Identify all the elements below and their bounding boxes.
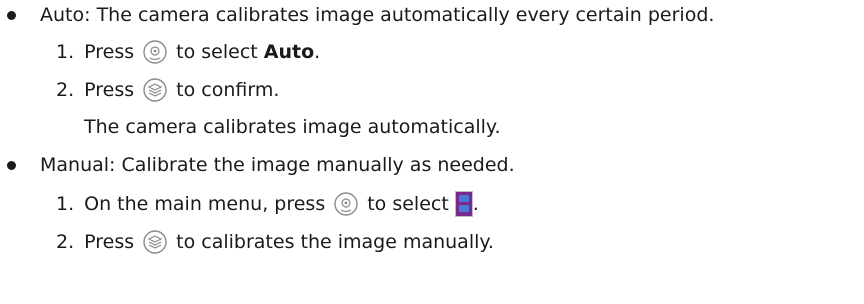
step-manual-2: 2. Press to calibrates the image manuall… <box>56 228 494 256</box>
step-auto-1: 1. Press to select Auto. <box>56 38 320 66</box>
step-text-before: On the main menu, press <box>84 193 326 215</box>
step-text-after: to select <box>367 193 449 215</box>
step-number: 1. <box>56 193 75 215</box>
bullet-dot <box>7 11 16 20</box>
step-text-before: Press <box>84 41 135 63</box>
step-text-period: . <box>472 193 479 215</box>
confirm-button-icon <box>143 230 167 254</box>
step-auto-result: The camera calibrates image automaticall… <box>84 113 500 141</box>
step-text-after: to confirm. <box>176 79 280 101</box>
bullet-manual-text: : Calibrate the image manually as needed… <box>109 154 515 176</box>
scroll-wheel-icon <box>334 192 358 216</box>
bullet-auto: Auto: The camera calibrates image automa… <box>40 1 714 29</box>
confirm-button-icon <box>143 78 167 102</box>
calibration-menu-icon <box>454 191 473 217</box>
step-auto-2: 2. Press to confirm. <box>56 76 279 104</box>
step-text-after: to select <box>176 41 264 63</box>
step-result-text: The camera calibrates image automaticall… <box>84 116 501 138</box>
step-number: 2. <box>56 231 75 253</box>
step-text-before: Press <box>84 79 135 101</box>
step-text-after: to calibrates the image manually. <box>176 231 494 253</box>
bullet-manual-label: Manual <box>40 154 110 176</box>
step-text-bold: Auto <box>263 41 315 63</box>
bullet-manual: Manual: Calibrate the image manually as … <box>40 151 515 179</box>
step-text-period: . <box>314 41 321 63</box>
scroll-wheel-icon <box>143 40 167 64</box>
bullet-auto-text: : The camera calibrates image automatica… <box>84 4 715 26</box>
step-number: 2. <box>56 79 75 101</box>
step-text-before: Press <box>84 231 135 253</box>
step-number: 1. <box>56 41 75 63</box>
bullet-auto-label: Auto <box>40 4 85 26</box>
bullet-dot <box>7 161 16 170</box>
step-manual-1: 1. On the main menu, press to select . <box>56 190 479 218</box>
